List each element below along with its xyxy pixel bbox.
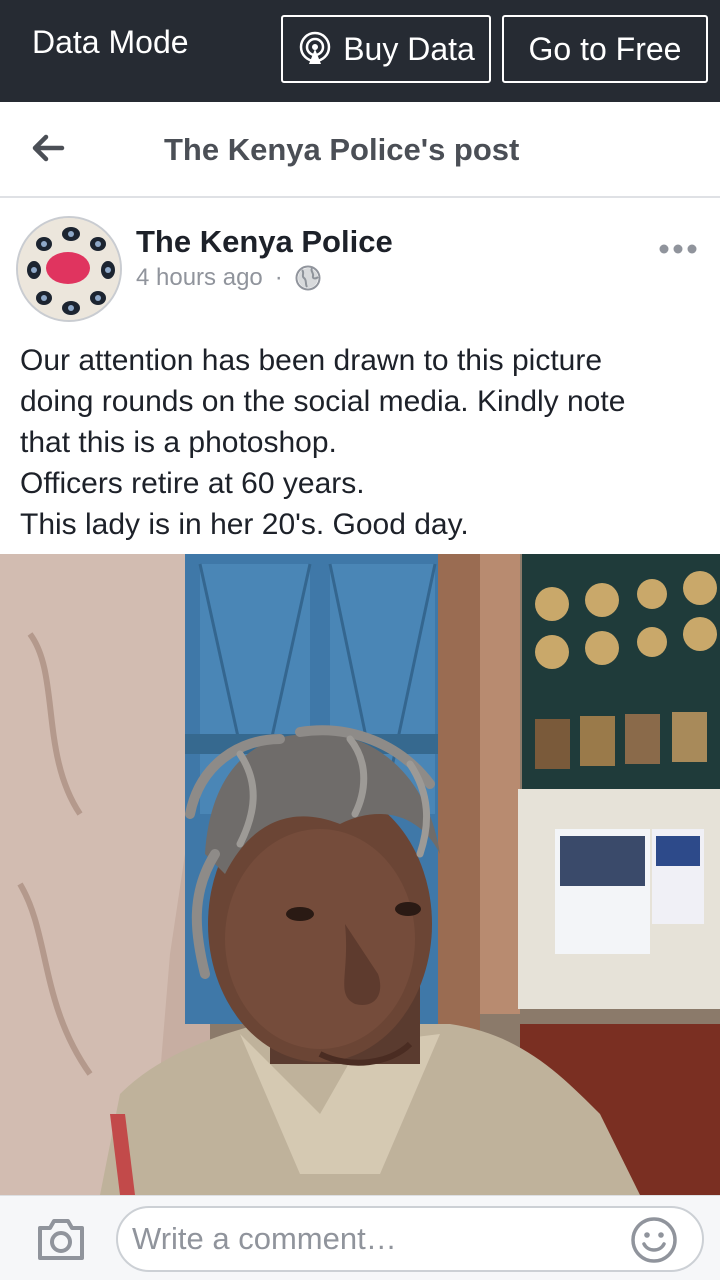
meta-separator: · <box>274 264 283 291</box>
post-body: Our attention has been drawn to this pic… <box>20 340 710 545</box>
comment-input[interactable]: Write a comment… <box>116 1206 704 1272</box>
camera-icon[interactable] <box>36 1216 86 1262</box>
post-author[interactable]: The Kenya Police <box>136 224 393 260</box>
go-to-free-label: Go to Free <box>528 30 682 67</box>
back-arrow-icon[interactable] <box>28 128 68 168</box>
page-header: The Kenya Police's post <box>0 102 720 198</box>
globe-icon <box>295 265 321 291</box>
broadcast-icon <box>299 31 331 64</box>
post-meta: 4 hours ago · <box>136 264 321 292</box>
data-mode-bar: Data Mode Buy Data Go to Free <box>0 0 720 102</box>
page-title: The Kenya Police's post <box>164 132 520 167</box>
emoji-icon[interactable] <box>630 1216 678 1264</box>
post-photo[interactable] <box>0 554 720 1195</box>
comment-placeholder: Write a comment… <box>132 1221 397 1256</box>
post-text-line: doing rounds on the social media. Kindly… <box>20 385 626 418</box>
buy-data-button[interactable]: Buy Data <box>281 15 491 83</box>
comment-bar: Write a comment… <box>0 1195 720 1280</box>
post-text-line: Officers retire at 60 years. <box>20 467 365 500</box>
post-header: The Kenya Police 4 hours ago · <box>0 200 720 330</box>
police-logo-icon <box>18 218 120 320</box>
post-timestamp[interactable]: 4 hours ago <box>136 264 263 292</box>
post-text-line: This lady is in her 20's. Good day. <box>20 508 469 541</box>
data-mode-label: Data Mode <box>32 24 189 60</box>
go-to-free-button[interactable]: Go to Free <box>502 15 708 83</box>
avatar[interactable] <box>16 216 122 322</box>
photo-illustration <box>0 554 720 1195</box>
post-text-line: Our attention has been drawn to this pic… <box>20 344 603 377</box>
buy-data-label: Buy Data <box>343 30 475 67</box>
more-options-icon[interactable] <box>658 242 698 256</box>
post-text-line: that this is a photoshop. <box>20 426 337 459</box>
